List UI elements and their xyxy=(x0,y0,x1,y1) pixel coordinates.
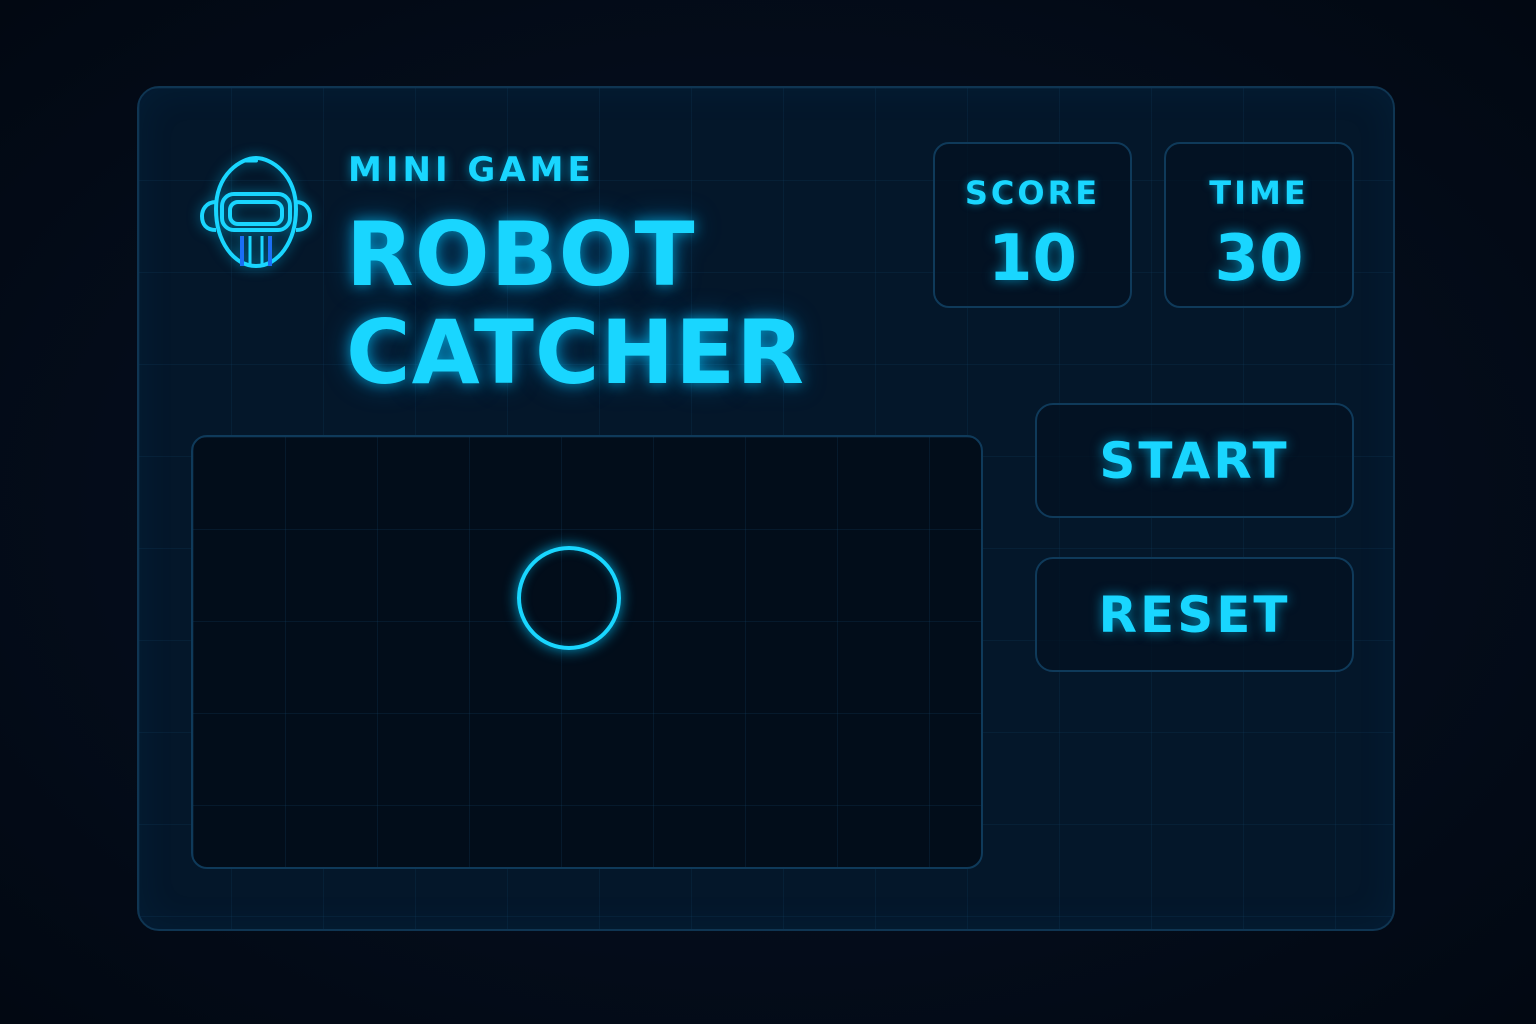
game-subtitle: MINI GAME xyxy=(348,150,595,190)
score-label: SCORE xyxy=(964,174,1101,212)
score-panel: SCORE 10 xyxy=(933,142,1132,308)
score-value: 10 xyxy=(987,222,1078,296)
game-title: ROBOT CATCHER xyxy=(346,206,805,402)
time-label: TIME xyxy=(1209,174,1309,212)
game-title-line1: ROBOT xyxy=(346,203,696,306)
game-screen: MINI GAME ROBOT CATCHER SCORE 10 TIME 30… xyxy=(0,0,1536,1024)
time-value: 30 xyxy=(1214,222,1304,296)
reset-button[interactable]: RESET xyxy=(1035,557,1354,672)
target-circle[interactable] xyxy=(517,546,621,650)
start-button[interactable]: START xyxy=(1035,403,1354,518)
robot-head-icon xyxy=(199,155,313,269)
game-arena[interactable] xyxy=(191,435,983,869)
game-title-line2: CATCHER xyxy=(346,301,805,404)
time-panel: TIME 30 xyxy=(1164,142,1354,308)
